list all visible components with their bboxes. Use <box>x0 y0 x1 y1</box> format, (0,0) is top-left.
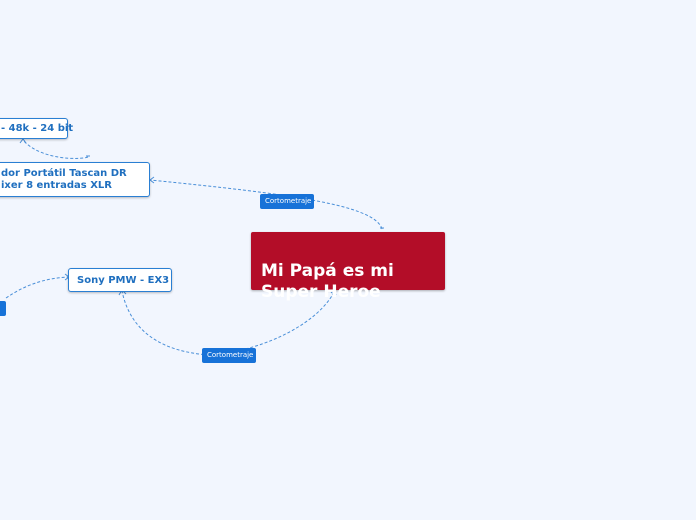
topic-camera[interactable]: Sony PMW - EX3 <box>68 268 172 292</box>
connection-label-lower-text: Cortometraje <box>207 351 254 359</box>
topic-recorder-line2: ixer 8 entradas XLR <box>1 180 112 191</box>
topic-recorder-line1: dor Portátil Tascan DR <box>1 168 127 179</box>
arrowhead-samplerate <box>19 138 27 144</box>
topic-recorder[interactable]: dor Portátil Tascan DR ixer 8 entradas X… <box>0 162 150 197</box>
connector-recorder-to-samplerate <box>22 139 89 159</box>
connection-label-upper[interactable]: Cortometraje <box>260 194 314 209</box>
connection-label-upper-text: Cortometraje <box>265 197 312 205</box>
topic-camera-label: Sony PMW - EX3 <box>77 275 170 286</box>
arrowhead-recorder <box>149 176 155 184</box>
root-topic-label: Mi Papá es mi Super Heroe <box>261 261 394 302</box>
connection-label-lower[interactable]: Cortometraje <box>202 348 256 363</box>
mindmap-canvas: Mi Papá es mi Super Heroe - 48k - 24 bit… <box>0 0 696 520</box>
connector-stub-to-camera <box>5 276 70 299</box>
topic-sample-rate-label: - 48k - 24 bit <box>1 123 74 134</box>
topic-sample-rate[interactable]: - 48k - 24 bit <box>0 118 73 139</box>
topic-offscreen-stub[interactable] <box>0 301 6 316</box>
root-topic[interactable]: Mi Papá es mi Super Heroe <box>251 232 445 302</box>
